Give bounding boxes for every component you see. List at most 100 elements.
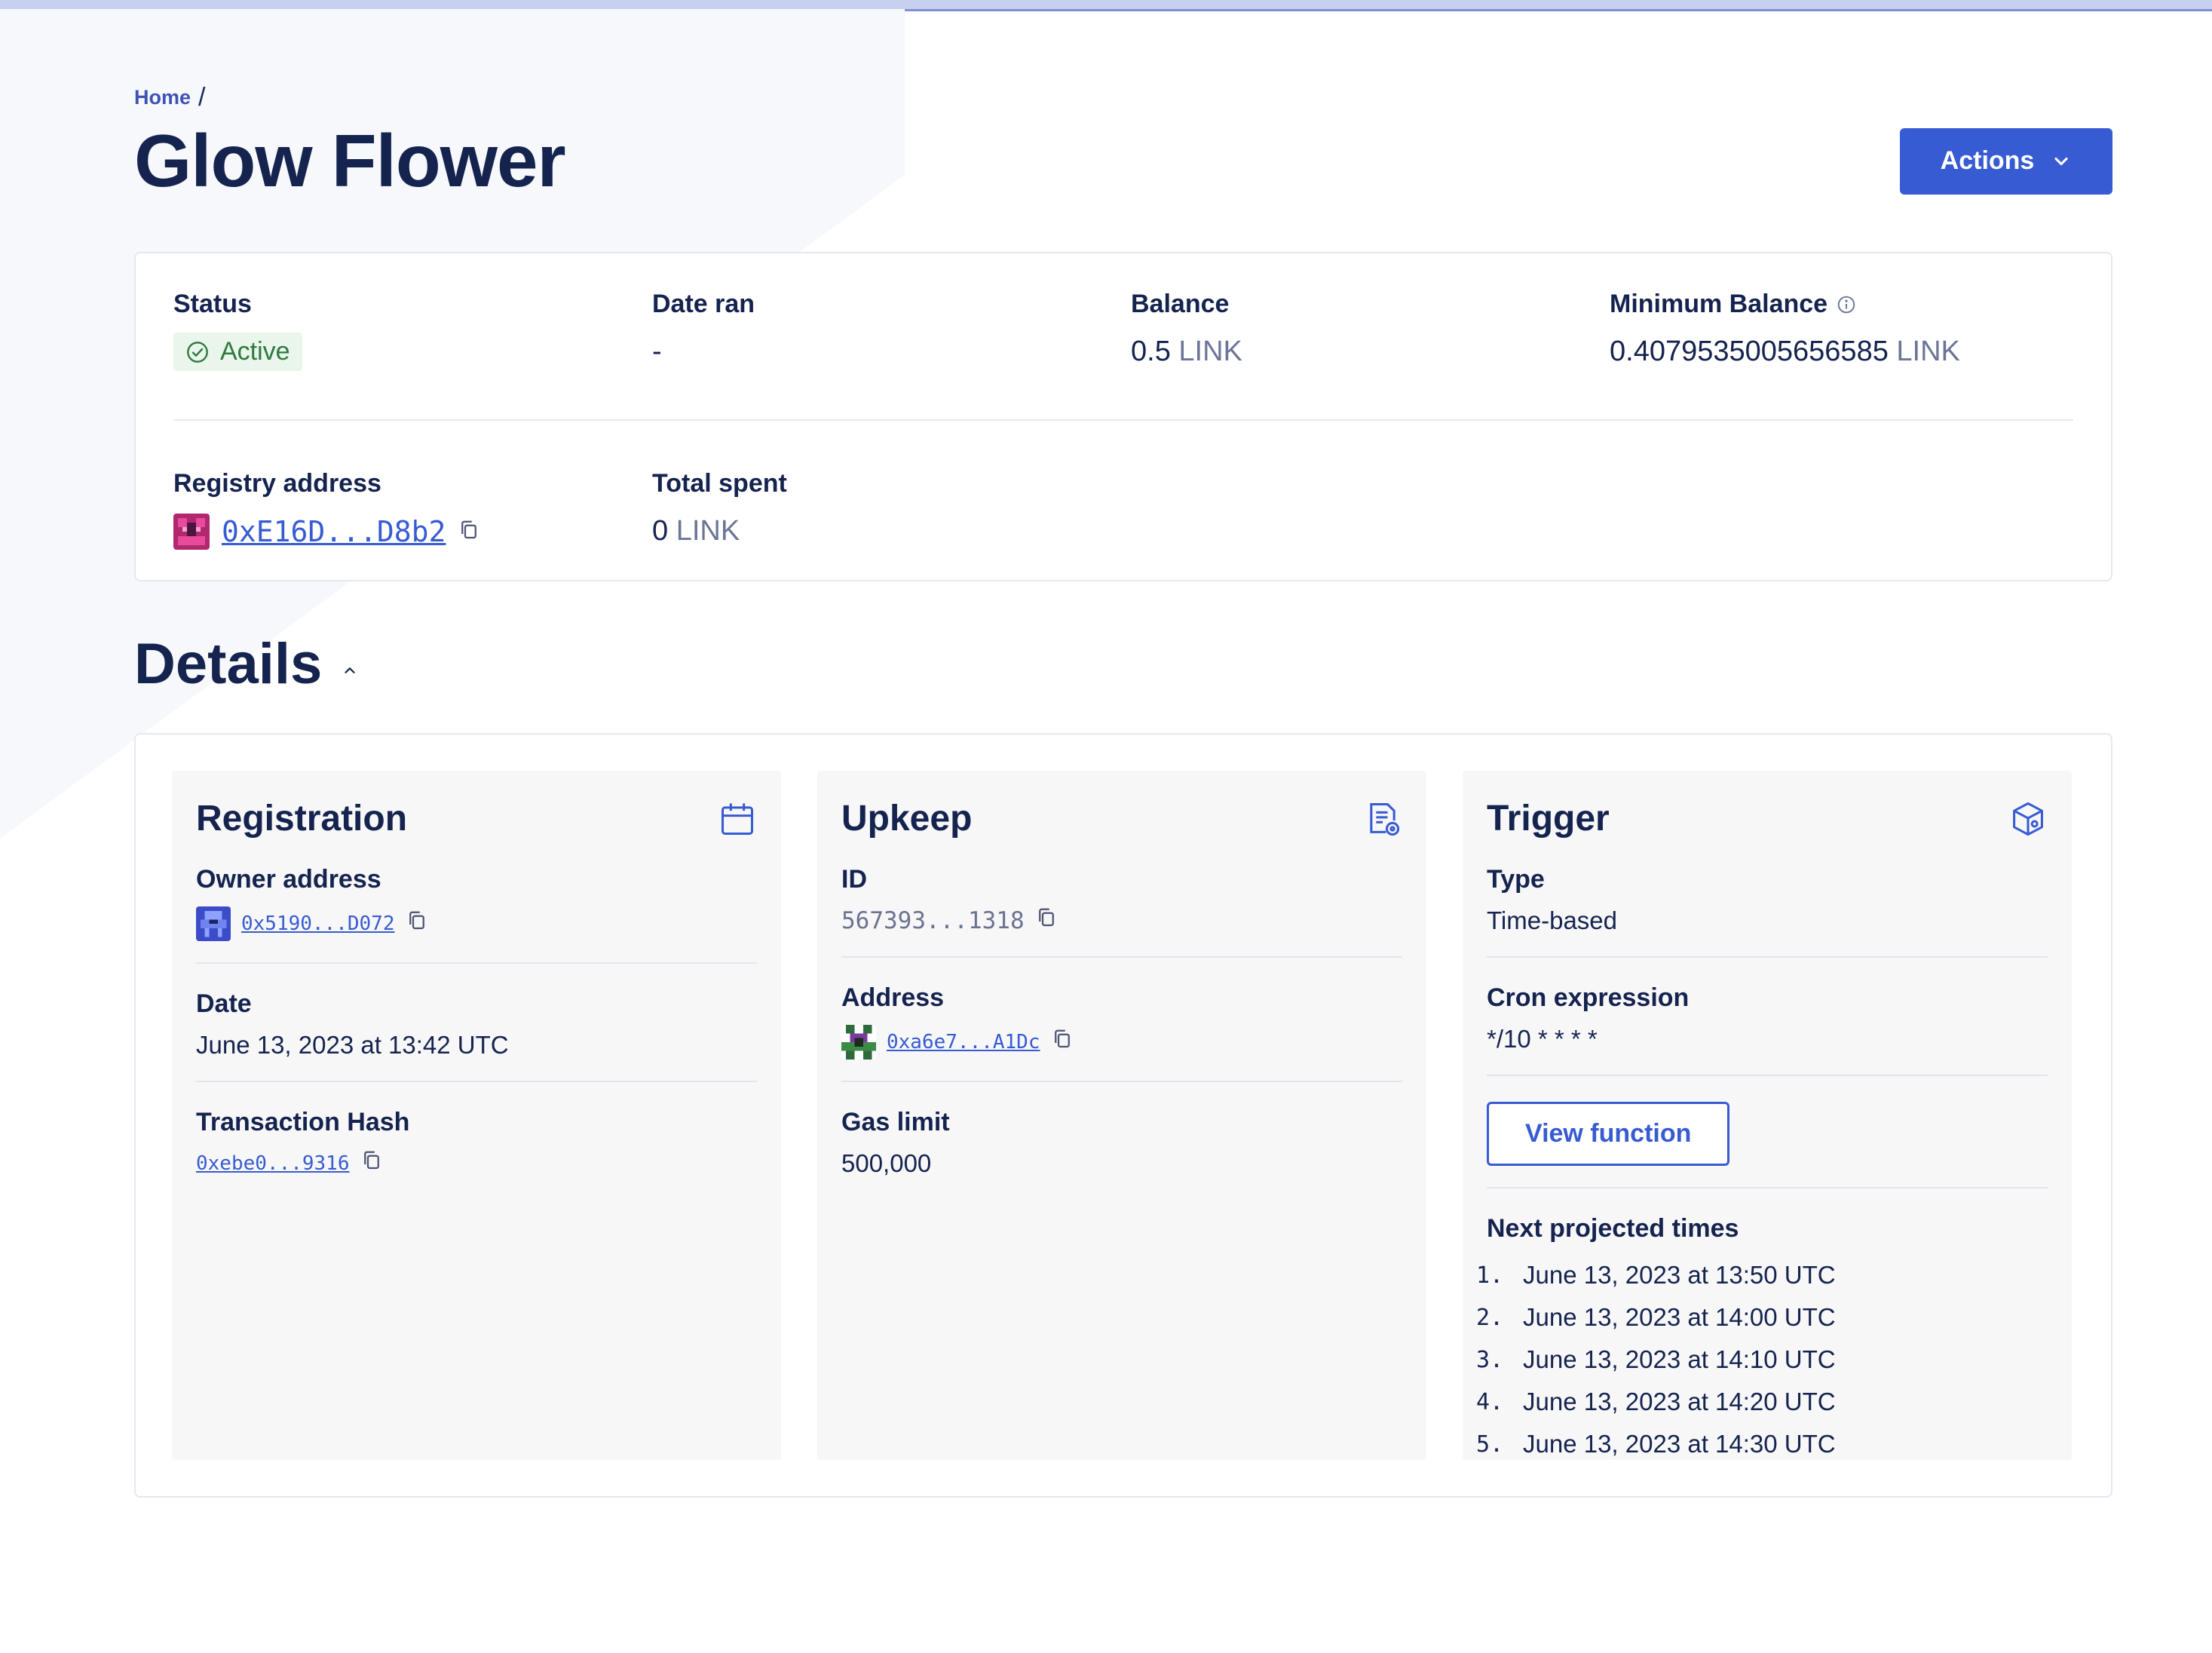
copy-icon[interactable]: [360, 1149, 383, 1178]
trigger-header: Trigger: [1487, 798, 2048, 839]
date-ran-label: Date ran: [652, 290, 755, 318]
min-balance-label-row: Minimum Balance: [1610, 290, 2088, 319]
transaction-hash-field: Transaction Hash 0xebe0...9316: [196, 1082, 757, 1199]
total-spent-unit: LINK: [676, 515, 740, 547]
transaction-hash-label: Transaction Hash: [196, 1108, 410, 1136]
total-spent-label: Total spent: [652, 469, 787, 498]
check-circle-icon: [187, 341, 208, 363]
gas-limit-value: 500,000: [841, 1149, 932, 1177]
calendar-icon: [721, 802, 754, 835]
upkeep-id-value: 567393...1318: [841, 907, 1025, 934]
upkeep-address-link[interactable]: 0xa6e7...A1Dc: [887, 1031, 1040, 1053]
title-row: Glow Flower Actions: [134, 118, 2112, 204]
list-item: 2. June 13, 2023 at 14:00 UTC: [1476, 1296, 2048, 1339]
total-spent-amount: 0: [652, 515, 669, 547]
list-item-index: 5.: [1476, 1431, 1504, 1458]
status-badge: Active: [173, 333, 302, 371]
balance-label: Balance: [1131, 290, 1230, 318]
min-balance-value: 0.4079535005656585 LINK: [1610, 336, 2088, 368]
registry-avatar: [173, 514, 210, 550]
next-times-field: Next projected times 1. June 13, 2023 at …: [1476, 1188, 2048, 1486]
view-function-field: View function: [1487, 1076, 2048, 1188]
list-item-time: June 13, 2023 at 14:20 UTC: [1523, 1388, 1836, 1415]
upkeep-avatar: [841, 1025, 876, 1060]
breadcrumb-home-link[interactable]: Home: [134, 86, 191, 109]
min-balance-label: Minimum Balance: [1610, 290, 1828, 318]
summary-row-2: Registry address 0xE16D...D8b2 Total spe…: [173, 469, 2073, 550]
page-title: Glow Flower: [134, 119, 566, 202]
upkeep-header: Upkeep: [841, 798, 1402, 839]
copy-icon[interactable]: [1051, 1028, 1074, 1057]
min-balance-cell: Minimum Balance 0.4079535005656585 LINK: [1610, 290, 2088, 371]
registration-panel: Registration Owner address 0x5190...D072: [172, 771, 781, 1460]
registration-date-value: June 13, 2023 at 13:42 UTC: [196, 1031, 509, 1059]
list-item-index: 4.: [1476, 1388, 1504, 1415]
list-item-time: June 13, 2023 at 14:10 UTC: [1523, 1345, 1836, 1373]
date-ran-cell: Date ran -: [652, 290, 1131, 371]
owner-address-label: Owner address: [196, 865, 381, 894]
next-times-label: Next projected times: [1487, 1214, 1739, 1243]
upkeep-address-row: 0xa6e7...A1Dc: [841, 1025, 1402, 1060]
list-item-time: June 13, 2023 at 14:30 UTC: [1523, 1430, 1836, 1458]
list-item: 4. June 13, 2023 at 14:20 UTC: [1476, 1381, 2048, 1423]
info-icon[interactable]: [1837, 295, 1856, 314]
cron-expression-field: Cron expression */10 * * * *: [1487, 958, 2048, 1076]
view-function-button[interactable]: View function: [1487, 1102, 1730, 1166]
trigger-type-label: Type: [1487, 865, 1545, 894]
owner-address-link[interactable]: 0x5190...D072: [241, 912, 395, 935]
transaction-hash-link[interactable]: 0xebe0...9316: [196, 1152, 350, 1175]
copy-icon[interactable]: [406, 909, 428, 938]
cube-icon: [2013, 802, 2043, 836]
upkeep-id-label: ID: [841, 865, 867, 894]
list-item-index: 3.: [1476, 1346, 1504, 1373]
list-item: 3. June 13, 2023 at 14:10 UTC: [1476, 1339, 2048, 1381]
balance-amount: 0.5: [1131, 336, 1171, 367]
transaction-hash-row: 0xebe0...9316: [196, 1149, 757, 1178]
registration-title: Registration: [196, 799, 408, 839]
status-label: Status: [173, 290, 252, 318]
total-spent-value: 0 LINK: [652, 515, 1131, 547]
details-title: Details: [134, 632, 323, 696]
details-header[interactable]: Details: [134, 631, 2112, 697]
min-balance-amount: 0.4079535005656585: [1610, 336, 1889, 367]
actions-button[interactable]: Actions: [1900, 127, 2112, 195]
upkeep-address-label: Address: [841, 983, 945, 1012]
chevron-up-icon[interactable]: [342, 662, 358, 679]
chevron-down-icon: [2054, 157, 2068, 165]
registration-header: Registration: [196, 798, 757, 839]
breadcrumb: Home /: [134, 83, 2112, 112]
registry-cell: Registry address 0xE16D...D8b2: [173, 469, 652, 550]
status-value: Active: [220, 337, 290, 366]
status-cell: Status Active: [173, 290, 652, 371]
upkeep-id-field: ID 567393...1318: [841, 839, 1402, 958]
balance-value: 0.5 LINK: [1131, 336, 1610, 368]
owner-address-row: 0x5190...D072: [196, 906, 757, 941]
page-content: Home / Glow Flower Actions Status Active…: [134, 83, 2112, 1498]
trigger-type-field: Type Time-based: [1487, 839, 2048, 958]
min-balance-unit: LINK: [1896, 336, 1960, 367]
list-item-time: June 13, 2023 at 14:00 UTC: [1523, 1303, 1836, 1331]
breadcrumb-separator: /: [198, 83, 206, 112]
next-times-list: 1. June 13, 2023 at 13:50 UTC 2. June 13, …: [1476, 1254, 2048, 1465]
copy-icon[interactable]: [1035, 906, 1058, 935]
list-item-index: 2.: [1476, 1304, 1504, 1331]
list-item-time: June 13, 2023 at 13:50 UTC: [1523, 1261, 1836, 1289]
list-item-index: 1.: [1476, 1262, 1504, 1289]
upkeep-address-field: Address 0xa6e7...A1Dc: [841, 958, 1402, 1082]
list-item: 1. June 13, 2023 at 13:50 UTC: [1476, 1254, 2048, 1296]
date-ran-value: -: [652, 336, 662, 367]
registration-date-label: Date: [196, 989, 252, 1018]
upkeep-panel: Upkeep ID 567393...1318 Address 0xa6e7..…: [817, 771, 1426, 1460]
total-spent-cell: Total spent 0 LINK: [652, 469, 1131, 550]
registration-date-field: Date June 13, 2023 at 13:42 UTC: [196, 964, 757, 1082]
upkeep-title: Upkeep: [841, 799, 973, 839]
copy-icon[interactable]: [458, 519, 480, 545]
cron-expression-label: Cron expression: [1487, 983, 1690, 1012]
gas-limit-label: Gas limit: [841, 1108, 950, 1136]
summary-divider: [173, 419, 2073, 421]
trigger-title: Trigger: [1487, 799, 1610, 839]
registry-address-link[interactable]: 0xE16D...D8b2: [222, 515, 446, 548]
details-card: Registration Owner address 0x5190...D072: [134, 733, 2112, 1498]
owner-address-field: Owner address 0x5190...D072: [196, 839, 757, 964]
trigger-type-value: Time-based: [1487, 906, 1618, 934]
